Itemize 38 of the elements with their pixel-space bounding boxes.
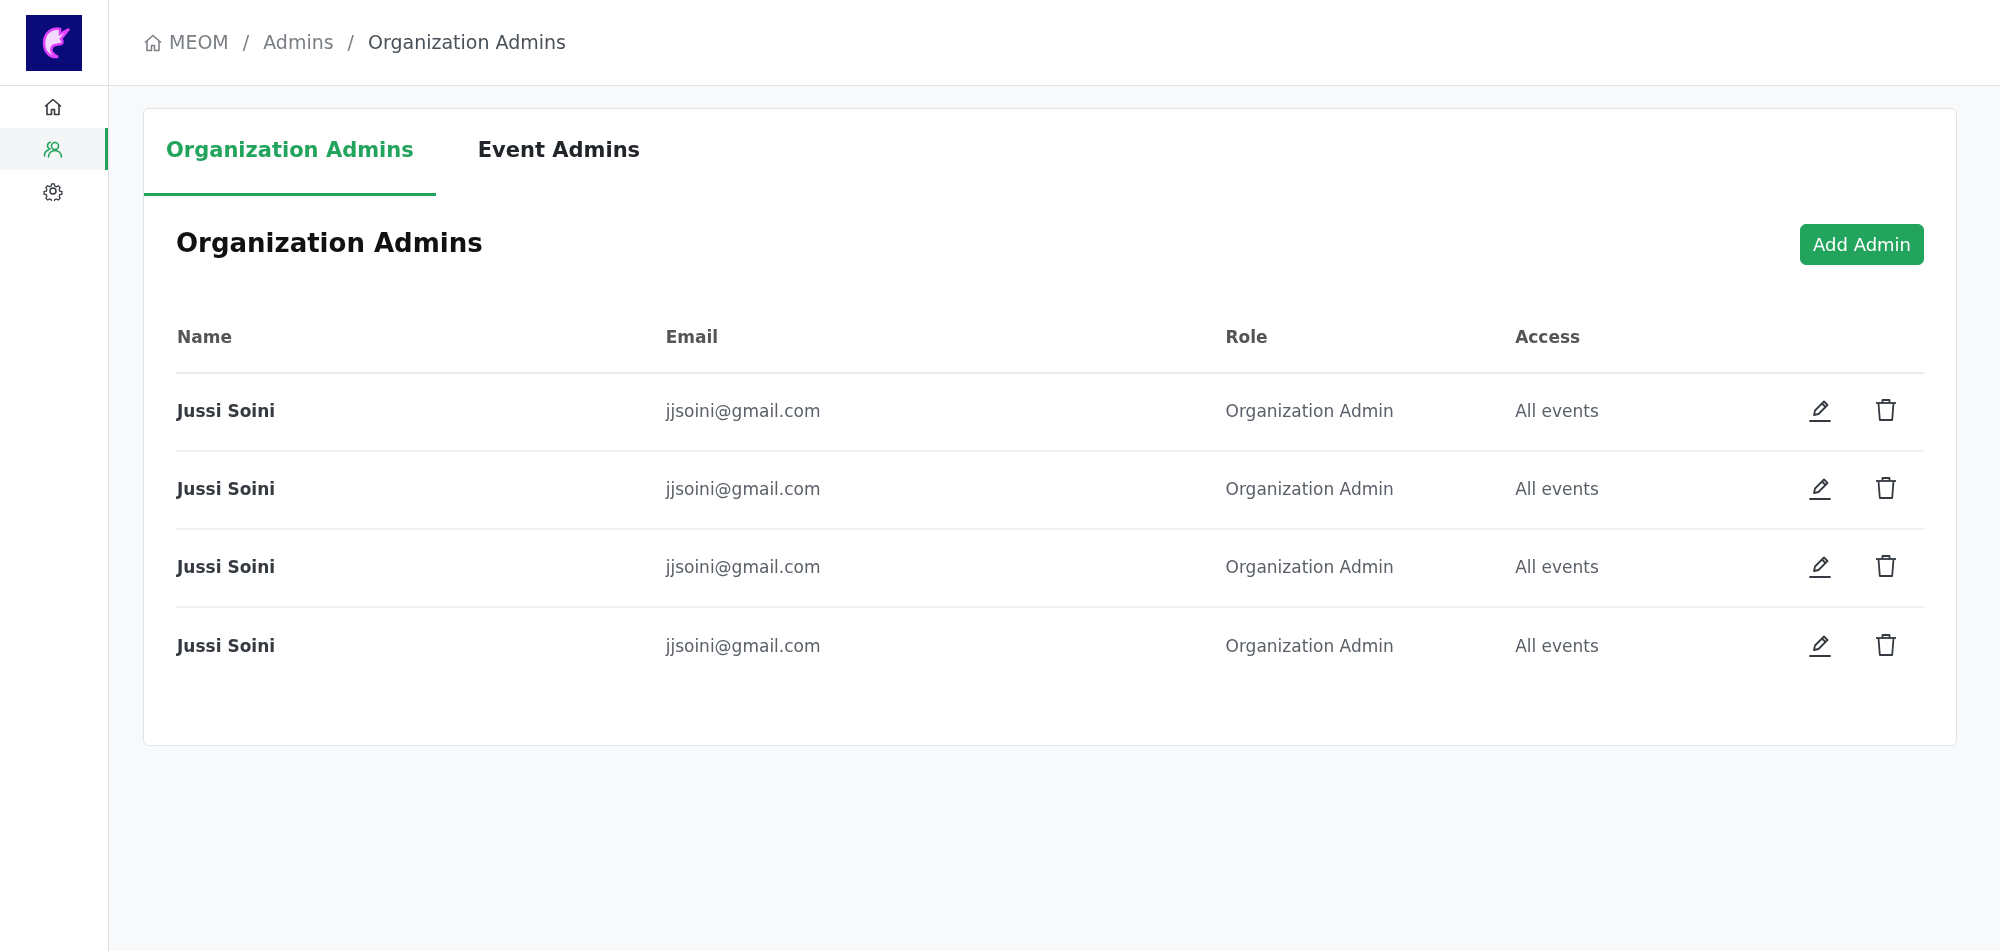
- sidebar-item[interactable]: [0, 128, 108, 170]
- breadcrumb-link[interactable]: MEOM: [143, 28, 229, 57]
- admin-name: Jussi Soini: [176, 529, 665, 607]
- access-cell: All events: [1514, 451, 1802, 529]
- trash-icon: [1873, 475, 1899, 502]
- email-cell: jjsoini@gmail.com: [664, 607, 1225, 685]
- breadcrumb-separator: /: [242, 30, 250, 56]
- admin-name: Jussi Soini: [176, 607, 665, 685]
- section-title: Organization Admins: [176, 228, 483, 260]
- home-icon: [143, 32, 163, 53]
- column-header: Role: [1224, 303, 1515, 373]
- role-cell: Organization Admin: [1224, 607, 1515, 685]
- users-icon: [42, 139, 63, 159]
- column-header: Name: [176, 303, 665, 373]
- admin-name: Jussi Soini: [176, 451, 665, 529]
- breadcrumb-link[interactable]: Admins: [263, 28, 334, 57]
- role-cell: Organization Admin: [1224, 451, 1515, 529]
- access-cell: All events: [1514, 529, 1802, 607]
- access-cell: All events: [1514, 607, 1802, 685]
- home-icon: [42, 97, 63, 117]
- admin-name: Jussi Soini: [176, 373, 665, 451]
- role-cell: Organization Admin: [1224, 373, 1515, 451]
- email-cell: jjsoini@gmail.com: [664, 529, 1225, 607]
- column-header: Access: [1514, 303, 1802, 373]
- column-header: Email: [664, 303, 1225, 373]
- trash-icon: [1873, 397, 1899, 424]
- trash-icon: [1873, 553, 1899, 580]
- role-cell: Organization Admin: [1224, 529, 1515, 607]
- email-cell: jjsoini@gmail.com: [664, 451, 1225, 529]
- breadcrumb-separator: /: [347, 30, 354, 56]
- access-cell: All events: [1514, 373, 1802, 451]
- trash-icon: [1873, 631, 1899, 658]
- settings-icon: [42, 181, 63, 201]
- tab[interactable]: Organization Admins: [144, 109, 436, 196]
- add-admin-button[interactable]: Add Admin: [1800, 223, 1924, 265]
- breadcrumb-link[interactable]: Organization Admins: [368, 28, 566, 57]
- email-cell: jjsoini@gmail.com: [664, 373, 1225, 451]
- tab[interactable]: Event Admins: [455, 109, 663, 196]
